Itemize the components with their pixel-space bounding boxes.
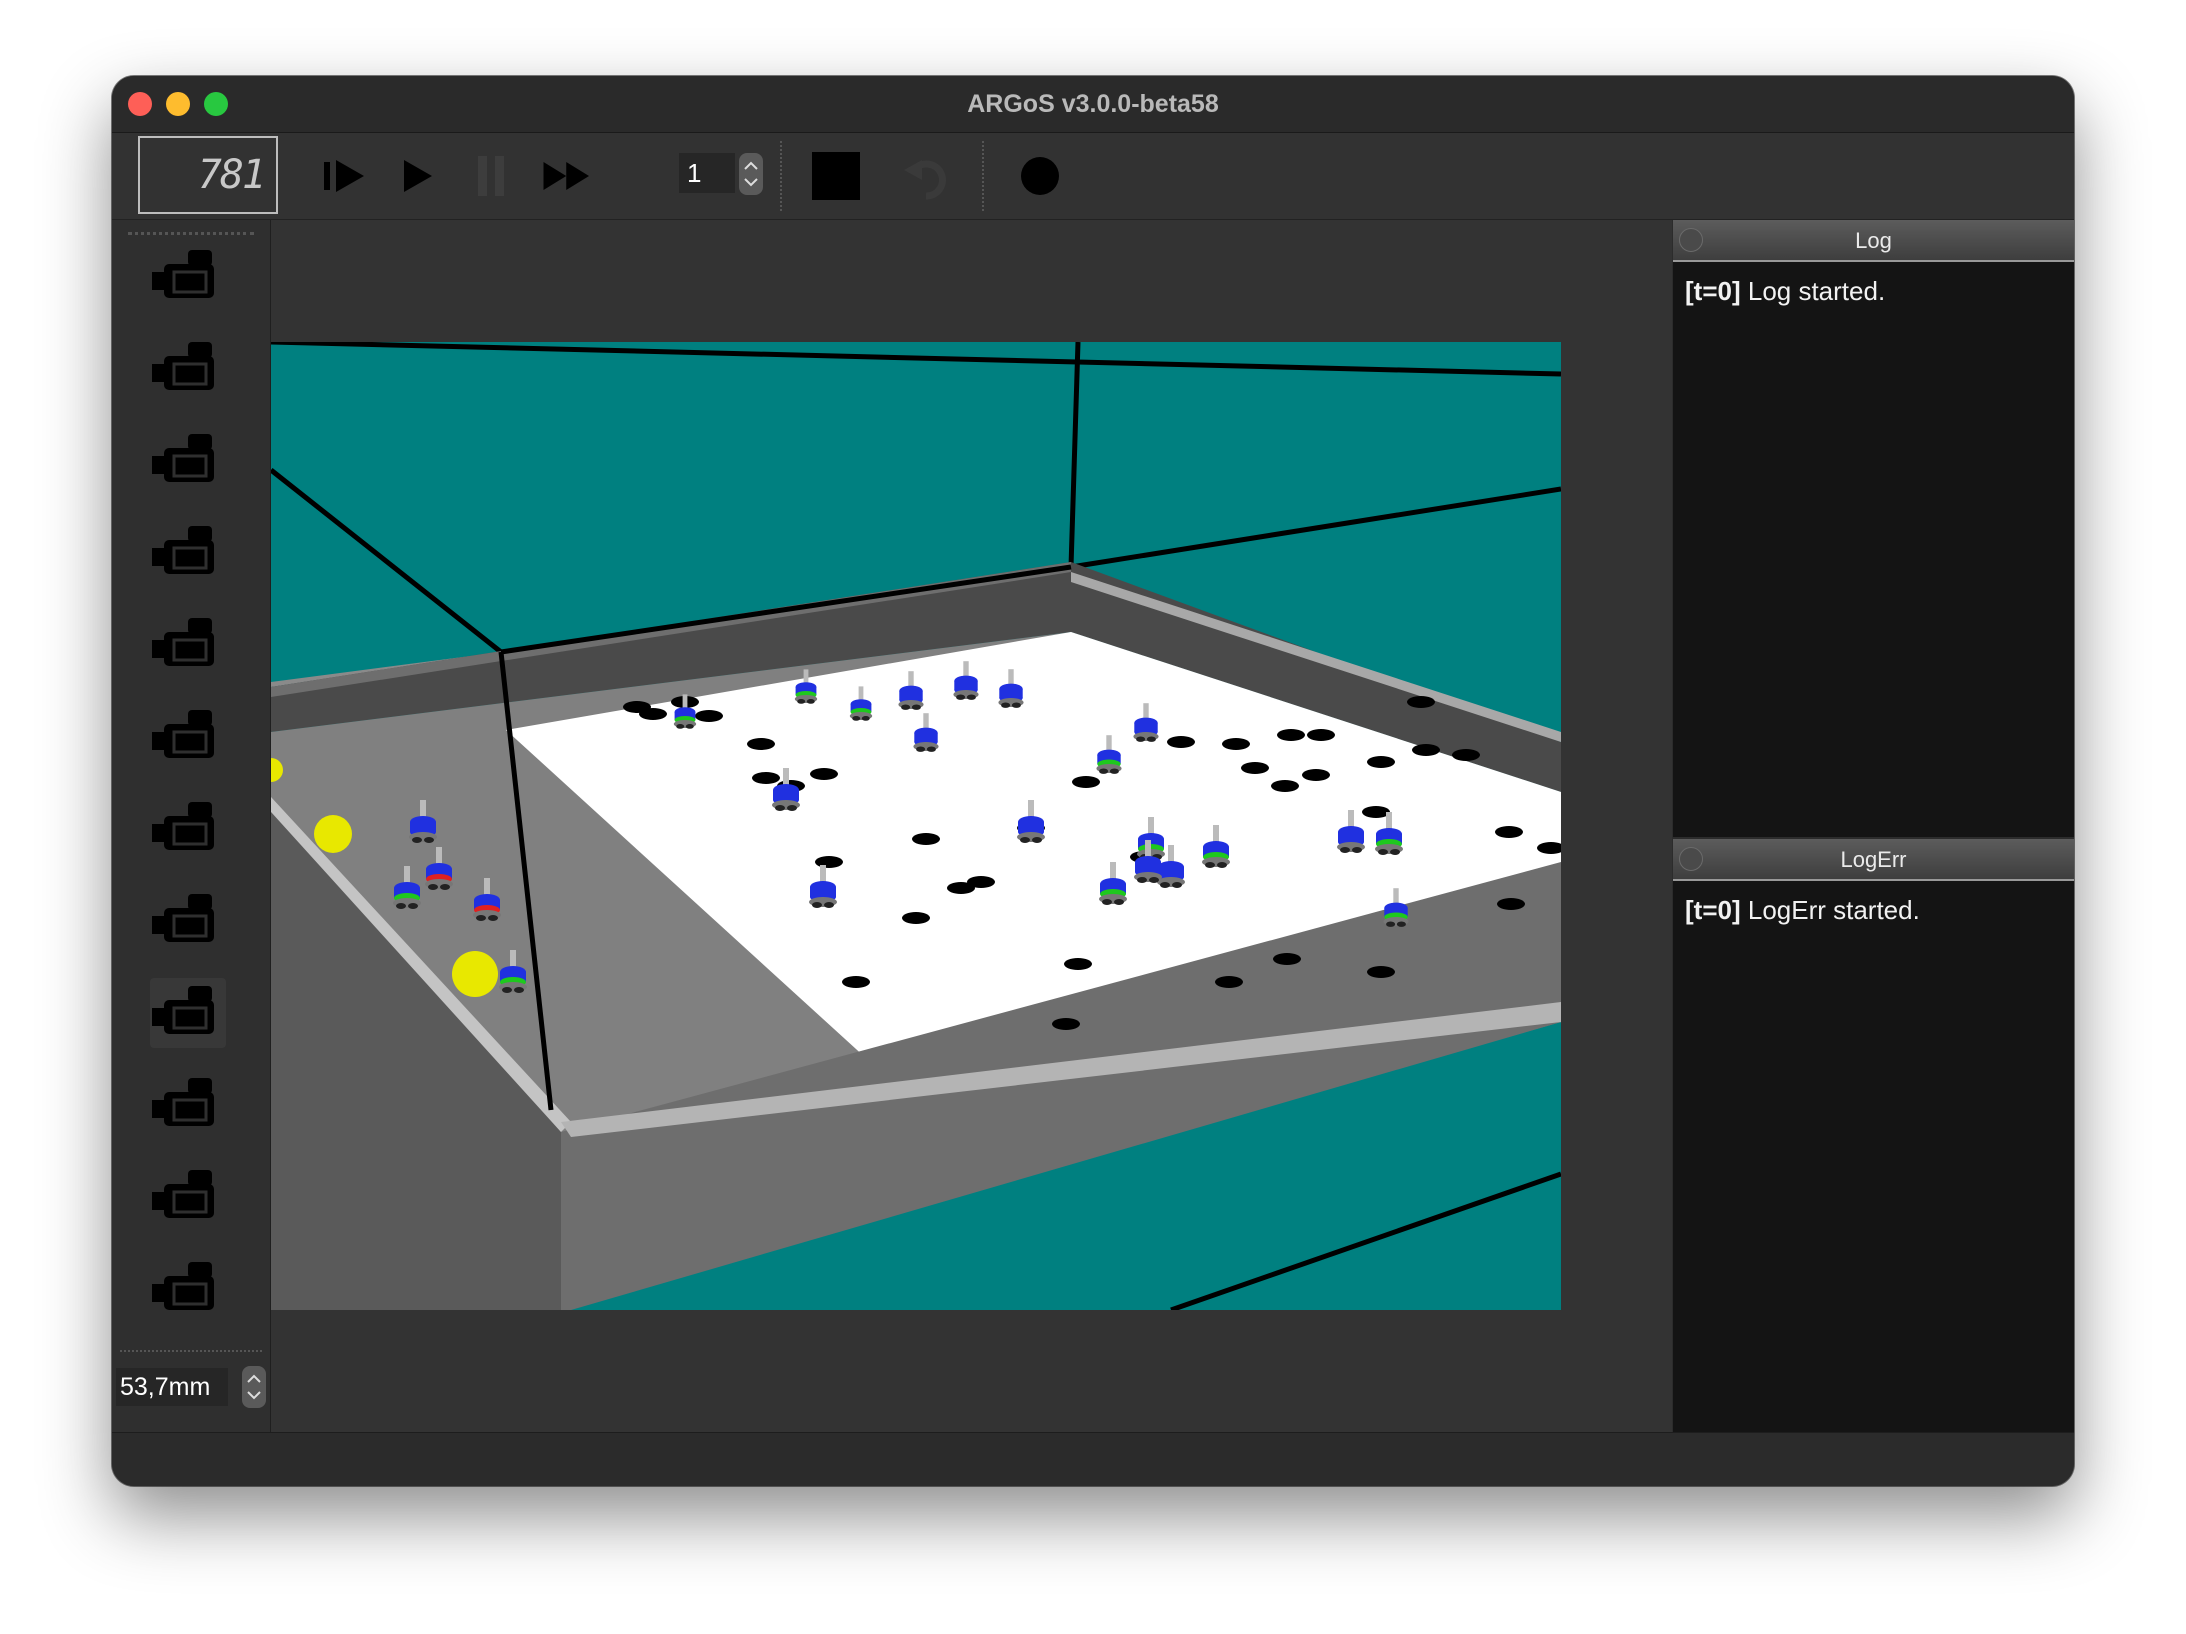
- floor-spot: [1271, 780, 1299, 792]
- log-panel-header: Log: [1673, 220, 2074, 262]
- floor-spot: [1241, 762, 1269, 774]
- floor-spot: [1052, 1018, 1080, 1030]
- floor-spot: [1412, 744, 1440, 756]
- camera-icon: [152, 434, 214, 482]
- speed-stepper[interactable]: [739, 153, 763, 195]
- log-entry: [t=0] Log started.: [1685, 276, 1885, 307]
- floor-spot: [842, 976, 870, 988]
- camera-button[interactable]: [150, 886, 226, 956]
- camera-button[interactable]: [150, 334, 226, 404]
- record-icon[interactable]: [1012, 150, 1068, 202]
- log-entry-tag: [t=0]: [1685, 276, 1741, 306]
- arena-3d-scene[interactable]: [271, 342, 1561, 1310]
- floor-spot: [1362, 806, 1390, 818]
- floor-spot: [1367, 756, 1395, 768]
- floor-spot: [1497, 898, 1525, 910]
- floor-spot: [695, 710, 723, 722]
- logerr-panel-title: LogErr: [1840, 847, 1907, 872]
- pause-icon[interactable]: [464, 150, 520, 202]
- floor-spot: [1215, 976, 1243, 988]
- camera-zoom-field[interactable]: 53,7mm: [116, 1368, 228, 1406]
- logerr-entry-message: LogErr started.: [1747, 895, 1920, 925]
- floor-spot: [747, 738, 775, 750]
- floor-spot: [1367, 966, 1395, 978]
- floor-spot: [1072, 776, 1100, 788]
- floor-spot: [752, 772, 780, 784]
- camera-button[interactable]: [150, 1162, 226, 1232]
- floor-spot: [639, 708, 667, 720]
- floor-spot: [815, 856, 843, 868]
- speed-spinbox[interactable]: 1: [679, 153, 765, 197]
- log-entry-message: Log started.: [1747, 276, 1886, 306]
- camera-button[interactable]: [150, 610, 226, 680]
- camera-icon: [152, 1170, 214, 1218]
- floor-spot: [1277, 729, 1305, 741]
- camera-button[interactable]: [150, 1070, 226, 1140]
- opengl-viewport[interactable]: [271, 220, 1672, 1432]
- stop-icon[interactable]: [808, 150, 864, 202]
- logerr-panel: LogErr [t=0] LogErr started.: [1673, 839, 2074, 1432]
- camera-icon: [152, 710, 214, 758]
- toolbar-separator: [982, 141, 984, 211]
- camera-button[interactable]: [150, 242, 226, 312]
- floor-spot: [1452, 749, 1480, 761]
- log-panel-title: Log: [1855, 228, 1892, 253]
- camera-icon: [152, 1078, 214, 1126]
- camera-sidebar: 53,7mm: [112, 220, 271, 1432]
- floor-spot: [1222, 738, 1250, 750]
- floor-spot: [1167, 736, 1195, 748]
- camera-icon: [152, 526, 214, 574]
- log-panel: Log [t=0] Log started.: [1673, 220, 2074, 837]
- floor-spot: [1064, 958, 1092, 970]
- toolbar-separator: [780, 141, 782, 211]
- camera-icon: [152, 342, 214, 390]
- camera-icon: [152, 1262, 214, 1310]
- floor-spot: [1302, 769, 1330, 781]
- floor-spot: [810, 768, 838, 780]
- camera-button[interactable]: [150, 978, 226, 1048]
- sidebar-grip: [128, 232, 254, 235]
- play-icon[interactable]: [390, 150, 446, 202]
- food-item: [452, 951, 498, 997]
- step-counter-display: 781: [138, 136, 278, 214]
- floor-spot: [1273, 953, 1301, 965]
- floor-spot: [1495, 826, 1523, 838]
- reset-icon[interactable]: [900, 150, 956, 202]
- window-title: ARGoS v3.0.0-beta58: [967, 90, 1219, 118]
- fast-forward-icon[interactable]: [540, 150, 596, 202]
- floor-spot: [1307, 729, 1335, 741]
- camera-icon: [152, 894, 214, 942]
- camera-button[interactable]: [150, 426, 226, 496]
- camera-icon: [152, 986, 214, 1034]
- status-bar: [112, 1432, 2074, 1486]
- sidebar-separator: [120, 1350, 262, 1352]
- floor-spot: [1407, 696, 1435, 708]
- title-bar: ARGoS v3.0.0-beta58: [112, 76, 2074, 133]
- floor-spot: [902, 912, 930, 924]
- camera-icon: [152, 802, 214, 850]
- food-item: [314, 815, 352, 853]
- camera-button[interactable]: [150, 702, 226, 772]
- camera-zoom-stepper[interactable]: [242, 1366, 266, 1408]
- floor-spot: [947, 882, 975, 894]
- logerr-entry: [t=0] LogErr started.: [1685, 895, 1920, 926]
- logerr-panel-header: LogErr: [1673, 839, 2074, 881]
- simulation-toolbar: 781 1: [112, 133, 2074, 220]
- camera-button[interactable]: [150, 794, 226, 864]
- floor-spot: [912, 833, 940, 845]
- main-window: ARGoS v3.0.0-beta58 781 1 53,7mm Log [t=…: [112, 76, 2074, 1486]
- speed-value[interactable]: 1: [679, 153, 735, 193]
- logerr-entry-tag: [t=0]: [1685, 895, 1741, 925]
- camera-icon: [152, 618, 214, 666]
- step-icon[interactable]: [318, 150, 374, 202]
- camera-button[interactable]: [150, 518, 226, 588]
- camera-button[interactable]: [150, 1254, 226, 1324]
- camera-icon: [152, 250, 214, 298]
